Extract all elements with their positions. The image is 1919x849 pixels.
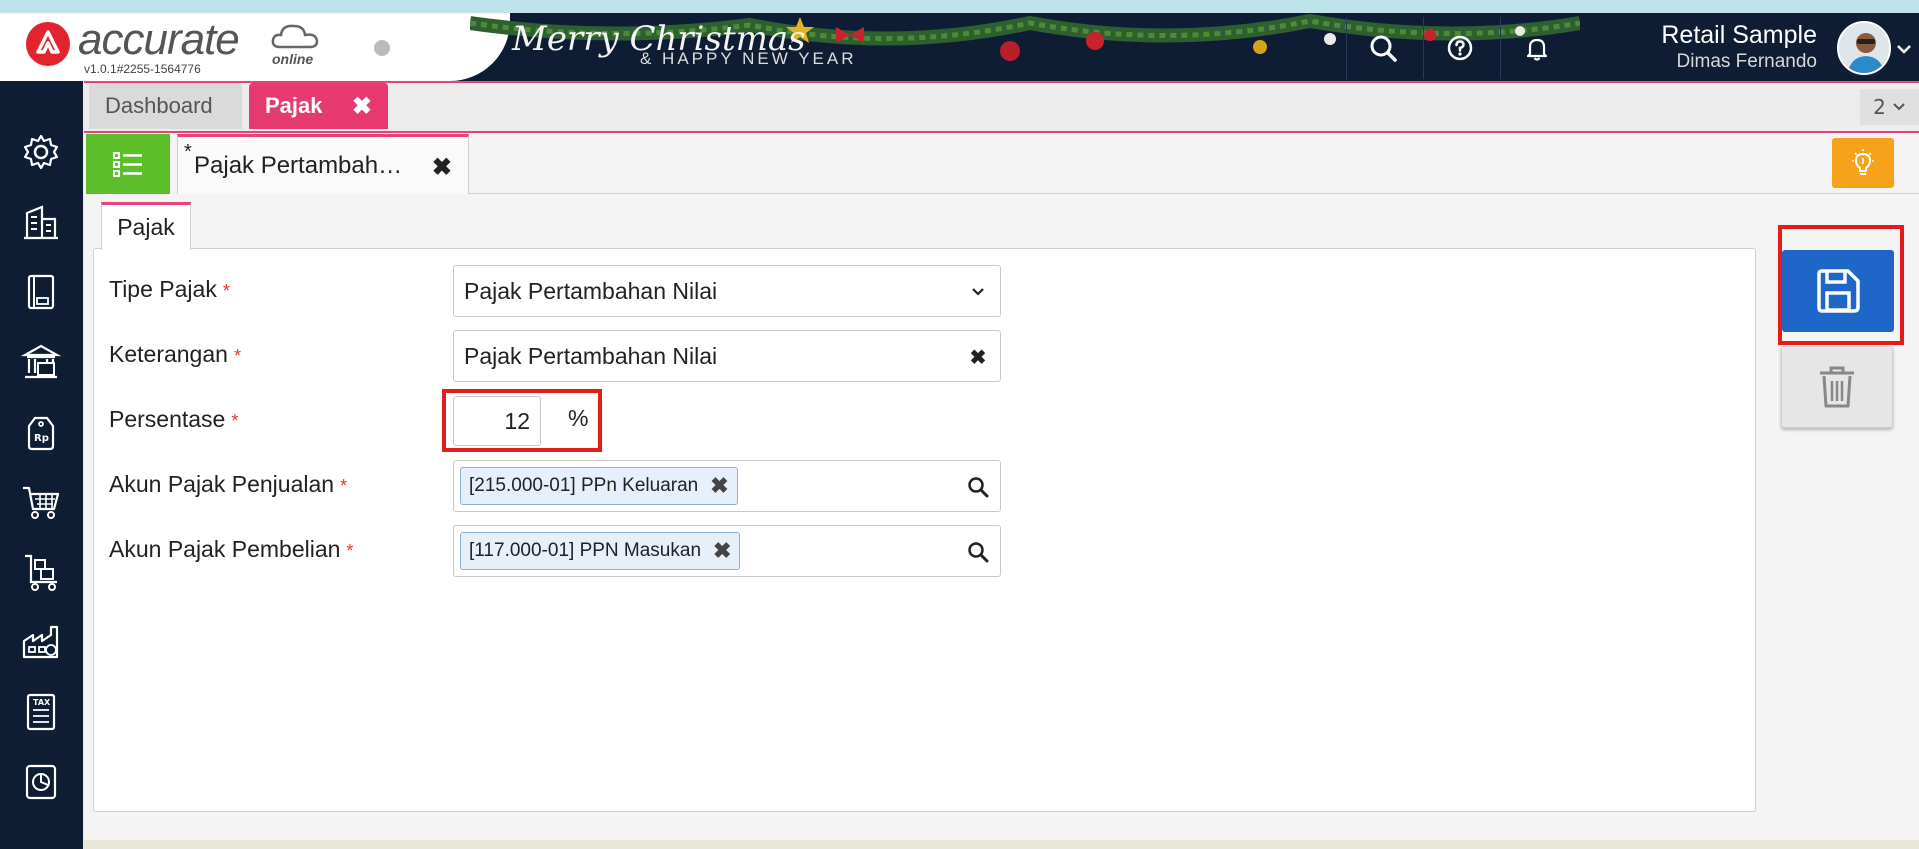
user-name[interactable]: Dimas Fernando <box>1677 51 1817 73</box>
list-view-button[interactable] <box>86 134 170 194</box>
modified-marker: * <box>184 141 192 163</box>
company-name[interactable]: Retail Sample <box>1661 21 1817 50</box>
sidebar-item-bank[interactable] <box>16 337 66 387</box>
cloud-icon <box>271 24 319 49</box>
required-marker: * <box>346 541 354 561</box>
brand-name: accurate <box>78 15 240 64</box>
chevron-down-icon <box>1893 103 1905 111</box>
tab-dashboard-label: Dashboard <box>105 93 213 118</box>
sidebar-item-sales[interactable] <box>16 477 66 527</box>
sidebar-item-purchase[interactable] <box>16 547 66 597</box>
tipe-pajak-label: Tipe Pajak * <box>109 276 230 303</box>
keterangan-label-text: Keterangan <box>109 341 228 367</box>
tab-dashboard[interactable]: Dashboard <box>89 83 242 129</box>
akun-penjualan-field[interactable]: [215.000-01] PPn Keluaran ✖ <box>453 460 1001 512</box>
list-icon <box>113 152 142 177</box>
required-marker: * <box>340 476 348 496</box>
open-tabs-dropdown[interactable]: 2 <box>1860 89 1919 125</box>
search-icon <box>1370 35 1397 62</box>
sidebar-item-settings[interactable] <box>16 127 66 177</box>
tab-pajak[interactable]: Pajak ✖ <box>249 83 388 129</box>
akun-pembelian-label-text: Akun Pajak Pembelian <box>109 536 341 562</box>
avatar[interactable] <box>1837 21 1891 75</box>
akun-penjualan-label: Akun Pajak Penjualan * <box>109 471 347 498</box>
user-photo <box>1839 23 1889 73</box>
akun-penjualan-label-text: Akun Pajak Penjualan <box>109 471 335 497</box>
remove-chip-icon[interactable]: ✖ <box>710 473 728 499</box>
sidebar-item-ledger[interactable] <box>16 267 66 317</box>
banner-subtitle: & HAPPY NEW YEAR <box>640 49 857 68</box>
open-tabs-count: 2 <box>1873 95 1886 119</box>
sidebar-item-reports[interactable] <box>16 757 66 807</box>
akun-pembelian-field[interactable]: [117.000-01] PPN Masukan ✖ <box>453 525 1001 577</box>
tab-pajak-form[interactable]: Pajak <box>101 202 191 250</box>
trash-icon <box>1820 366 1854 408</box>
bank-icon <box>21 344 61 379</box>
chevron-down-icon <box>966 280 990 304</box>
close-document-icon[interactable]: ✖ <box>432 153 452 182</box>
help-icon <box>1447 35 1472 61</box>
notifications-button[interactable] <box>1500 17 1572 79</box>
tipe-pajak-value: Pajak Pertambahan Nilai <box>464 277 718 304</box>
search-icon[interactable] <box>966 540 990 564</box>
document-tab-label: Pajak Pertambah… <box>194 151 403 179</box>
factory-icon <box>22 625 59 659</box>
brand-suffix: online <box>272 51 314 67</box>
keterangan-value: Pajak Pertambahan Nilai <box>464 342 718 369</box>
user-menu-chevron-icon[interactable] <box>1896 43 1912 55</box>
form-tab-label: Pajak <box>117 214 175 240</box>
svg-text:Rp: Rp <box>34 433 49 444</box>
akun-pembelian-label: Akun Pajak Pembelian * <box>109 536 353 563</box>
remove-chip-icon[interactable]: ✖ <box>713 538 731 564</box>
tax-icon: TAX <box>26 693 56 731</box>
help-button[interactable] <box>1423 17 1495 79</box>
keterangan-input[interactable]: Pajak Pertambahan Nilai ✖ <box>453 330 1001 382</box>
sidebar-item-tax[interactable]: TAX <box>16 687 66 737</box>
highlight-persentase <box>442 389 602 452</box>
akun-penjualan-value: [215.000-01] PPn Keluaran <box>469 475 699 496</box>
persentase-label-text: Persentase <box>109 406 226 432</box>
sidebar: Rp TAX <box>0 81 83 849</box>
highlight-save <box>1778 225 1904 345</box>
logo[interactable]: accurate online v1.0.1#2255-1564776 <box>0 13 510 81</box>
persentase-label: Persentase * <box>109 406 238 433</box>
tipe-pajak-select[interactable]: Pajak Pertambahan Nilai <box>453 265 1001 317</box>
tips-button[interactable] <box>1832 138 1894 188</box>
akun-pembelian-value: [117.000-01] PPN Masukan <box>469 540 702 561</box>
top-strip <box>0 0 1919 13</box>
search-button[interactable] <box>1346 17 1418 79</box>
required-marker: * <box>231 411 239 431</box>
svg-text:TAX: TAX <box>33 698 51 707</box>
search-icon[interactable] <box>966 475 990 499</box>
close-tab-icon[interactable]: ✖ <box>352 92 372 121</box>
required-marker: * <box>222 281 230 301</box>
cart-icon <box>23 486 60 519</box>
building-icon <box>24 205 58 240</box>
document-tab[interactable]: * Pajak Pertambah… ✖ <box>177 134 469 194</box>
version-label: v1.0.1#2255-1564776 <box>84 62 201 76</box>
sidebar-item-inventory[interactable] <box>16 617 66 667</box>
sidebar-item-company[interactable] <box>16 197 66 247</box>
account-chip: [117.000-01] PPN Masukan ✖ <box>460 532 741 570</box>
bell-icon <box>1526 38 1547 61</box>
tab-pajak-label: Pajak <box>265 93 323 118</box>
clear-icon[interactable]: ✖ <box>966 345 990 369</box>
sidebar-item-sales-price[interactable]: Rp <box>16 407 66 457</box>
lightbulb-icon <box>1852 149 1874 175</box>
report-icon <box>25 764 57 800</box>
account-chip: [215.000-01] PPn Keluaran ✖ <box>460 467 738 505</box>
required-marker: * <box>233 346 241 366</box>
delete-button[interactable] <box>1781 346 1893 428</box>
gear-icon <box>23 134 59 170</box>
keterangan-label: Keterangan * <box>109 341 241 368</box>
tab-bar-divider <box>469 193 1919 194</box>
price-tag-icon: Rp <box>27 416 55 451</box>
app-header: accurate online v1.0.1#2255-1564776 Merr… <box>0 13 1919 81</box>
bottom-strip <box>84 840 1919 849</box>
book-icon <box>27 274 55 310</box>
tipe-pajak-label-text: Tipe Pajak <box>109 276 217 302</box>
status-dot <box>374 40 390 56</box>
trolley-icon <box>25 554 57 591</box>
logo-mark-icon <box>26 22 70 66</box>
